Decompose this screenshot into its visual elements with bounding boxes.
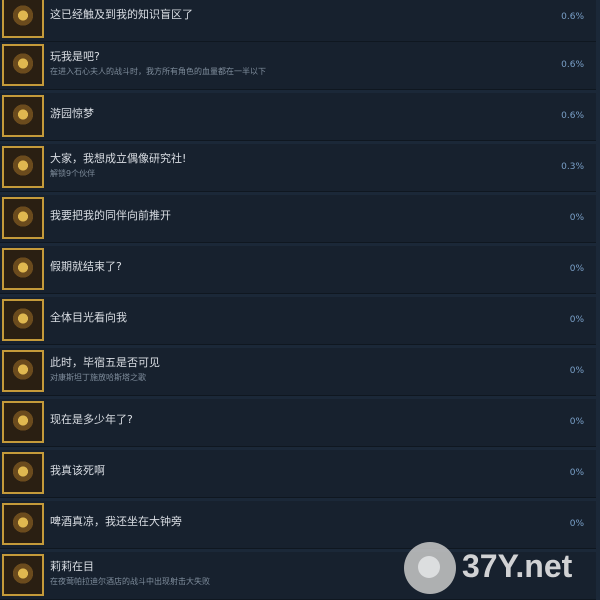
watermark-logo-icon <box>404 542 456 594</box>
constellation-icon <box>2 350 44 392</box>
achievement-description: 在夜莺帕拉迪尔酒店的战斗中出现射击大失败 <box>50 577 210 586</box>
books-icon <box>2 0 44 38</box>
achievement-percent: 0% <box>569 264 584 274</box>
achievement-percent: 0.3% <box>561 162 584 172</box>
achievement-row: 全体目光看向我 0% <box>0 297 596 345</box>
circus-tent-icon <box>2 95 44 137</box>
achievement-row: 我要把我的同伴向前推开 0% <box>0 195 596 243</box>
site-watermark: 37Y.net <box>404 540 600 595</box>
achievement-title: 这已经触及到我的知识盲区了 <box>50 8 193 21</box>
portrait-icon <box>2 299 44 341</box>
achievement-title: 我真该死啊 <box>50 464 105 477</box>
achievement-title: 假期就结束了? <box>50 260 122 273</box>
calendar-icon <box>2 401 44 443</box>
achievement-title: 啤酒真凉，我还坐在大钟旁 <box>50 515 182 528</box>
achievement-percent: 0% <box>569 213 584 223</box>
achievement-title: 游园惊梦 <box>50 107 94 120</box>
achievement-title: 此时，毕宿五是否可见 <box>50 356 160 369</box>
achievement-row: 这已经触及到我的知识盲区了 0.6% <box>0 0 596 42</box>
watermark-text: 37Y.net <box>462 548 573 584</box>
train-icon <box>2 248 44 290</box>
group-nine-icon <box>2 146 44 188</box>
girl-portrait-icon <box>2 452 44 494</box>
achievement-title: 莉莉在目 <box>50 560 94 573</box>
achievement-row: 游园惊梦 0.6% <box>0 93 596 141</box>
ammo-counter-icon <box>2 554 44 596</box>
screaming-face-icon <box>2 44 44 86</box>
achievement-percent: 0% <box>569 417 584 427</box>
smoke-swirl-icon <box>2 197 44 239</box>
achievement-description: 解锁9个伙伴 <box>50 169 96 178</box>
achievement-row: 大家，我想成立偶像研究社! 解锁9个伙伴 0.3% <box>0 144 596 192</box>
achievement-title: 我要把我的同伴向前推开 <box>50 209 171 222</box>
achievement-row: 我真该死啊 0% <box>0 450 596 498</box>
achievement-row: 假期就结束了? 0% <box>0 246 596 294</box>
achievement-percent: 0% <box>569 366 584 376</box>
achievement-percent: 0.6% <box>561 60 584 70</box>
achievement-percent: 0% <box>569 315 584 325</box>
achievement-title: 玩我是吧? <box>50 50 100 63</box>
achievement-row: 玩我是吧? 在进入石心夫人的战斗时，我方所有角色的血量都在一半以下 0.6% <box>0 42 596 90</box>
achievement-row: 现在是多少年了? 0% <box>0 399 596 447</box>
achievement-row: 此时，毕宿五是否可见 对康斯坦丁施放哈斯塔之歌 0% <box>0 348 596 396</box>
beer-mug-icon <box>2 503 44 545</box>
achievement-title: 大家，我想成立偶像研究社! <box>50 152 187 165</box>
achievement-percent: 0% <box>569 468 584 478</box>
achievement-title: 现在是多少年了? <box>50 413 133 426</box>
achievement-percent: 0.6% <box>561 12 584 22</box>
achievement-percent: 0.6% <box>561 111 584 121</box>
achievement-description: 在进入石心夫人的战斗时，我方所有角色的血量都在一半以下 <box>50 67 266 76</box>
achievement-title: 全体目光看向我 <box>50 311 127 324</box>
achievement-description: 对康斯坦丁施放哈斯塔之歌 <box>50 373 146 382</box>
